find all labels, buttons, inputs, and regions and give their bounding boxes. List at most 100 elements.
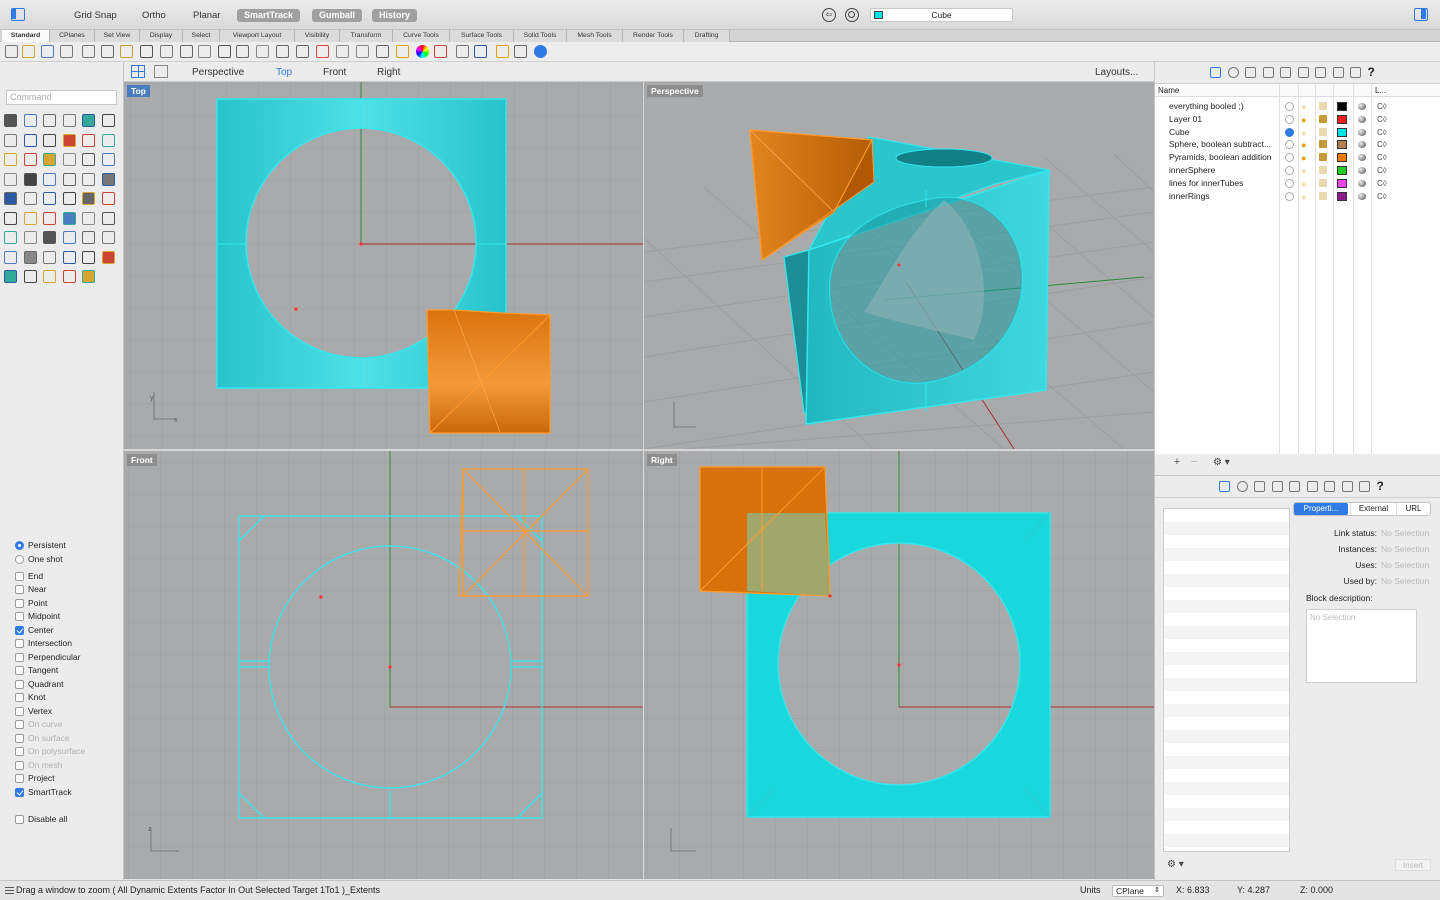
checkbox[interactable] bbox=[15, 639, 24, 648]
paste-icon[interactable] bbox=[140, 45, 153, 58]
history-toggle[interactable]: History bbox=[372, 9, 418, 22]
print-color-icon[interactable]: C◊ bbox=[1377, 164, 1387, 177]
polyline-icon[interactable] bbox=[43, 114, 56, 127]
checkbox[interactable] bbox=[15, 707, 24, 716]
print-icon[interactable] bbox=[60, 45, 73, 58]
render-icon[interactable] bbox=[434, 45, 447, 58]
set-camera-icon[interactable] bbox=[316, 45, 329, 58]
lightbulb-icon[interactable]: ● bbox=[1301, 114, 1310, 125]
help-icon[interactable] bbox=[534, 45, 547, 58]
layer-name[interactable]: Sphere, boolean subtract... bbox=[1169, 138, 1281, 151]
print-color-icon[interactable]: C◊ bbox=[1377, 126, 1387, 139]
layer-name[interactable]: lines for innerTubes bbox=[1169, 177, 1281, 190]
radio-button[interactable] bbox=[15, 555, 24, 564]
document-icon[interactable] bbox=[1289, 481, 1300, 492]
lightbulb-icon[interactable]: ● bbox=[1301, 191, 1310, 202]
checkbox[interactable] bbox=[15, 774, 24, 783]
tab-cplanes[interactable]: CPlanes bbox=[50, 30, 95, 42]
block-icon[interactable] bbox=[1341, 481, 1353, 492]
display-mode-icon[interactable] bbox=[62, 250, 76, 264]
layouts-button[interactable]: Layouts... bbox=[1095, 67, 1138, 78]
material-sphere-icon[interactable] bbox=[1358, 154, 1366, 162]
current-layer-radio[interactable] bbox=[1285, 102, 1294, 111]
viewport-right[interactable]: Right bbox=[644, 451, 1154, 879]
cut-icon[interactable] bbox=[101, 45, 114, 58]
join-icon[interactable] bbox=[23, 172, 37, 186]
new-file-icon[interactable] bbox=[5, 45, 18, 58]
document-icon[interactable] bbox=[1315, 67, 1326, 78]
array-icon[interactable] bbox=[23, 192, 37, 205]
checkbox[interactable] bbox=[15, 693, 24, 702]
lightbulb-icon[interactable]: ● bbox=[1301, 127, 1310, 138]
viewport-title-top[interactable]: Top bbox=[127, 85, 150, 97]
display-icon[interactable] bbox=[1350, 67, 1361, 78]
current-layer-radio[interactable] bbox=[1285, 114, 1294, 124]
undo-icon[interactable] bbox=[160, 45, 173, 58]
layer-color-swatch[interactable] bbox=[1337, 191, 1347, 201]
pen-icon[interactable] bbox=[4, 270, 17, 283]
insert-button[interactable]: Insert bbox=[1395, 859, 1431, 871]
checkbox[interactable] bbox=[15, 572, 24, 581]
print-color-icon[interactable]: C◊ bbox=[1377, 190, 1387, 203]
grid-icon[interactable] bbox=[514, 45, 527, 58]
layer-name[interactable]: Layer 01 bbox=[1169, 113, 1281, 126]
material-circle-icon[interactable] bbox=[1236, 481, 1248, 492]
block-description-input[interactable]: No Selection bbox=[1306, 609, 1417, 683]
tab-visibility[interactable]: Visibility bbox=[295, 30, 340, 42]
gumball-toggle[interactable]: Gumball bbox=[312, 9, 363, 22]
block-icon[interactable] bbox=[1332, 67, 1344, 78]
lock-icon[interactable] bbox=[1319, 153, 1327, 162]
viewport-title-right[interactable]: Right bbox=[647, 454, 677, 466]
checkbox[interactable] bbox=[15, 585, 24, 594]
help-icon[interactable]: ? bbox=[1377, 480, 1388, 492]
current-layer-radio[interactable] bbox=[1285, 191, 1294, 201]
dimension-icon[interactable] bbox=[62, 192, 76, 205]
point-icon[interactable] bbox=[23, 114, 37, 127]
text-icon[interactable] bbox=[82, 192, 95, 205]
align-icon[interactable] bbox=[43, 192, 56, 205]
material-sphere-icon[interactable] bbox=[1358, 192, 1366, 200]
object-cube-icon[interactable] bbox=[1271, 481, 1283, 492]
group-icon[interactable] bbox=[4, 211, 17, 225]
layer-color-swatch[interactable] bbox=[1337, 166, 1347, 175]
explode-icon[interactable] bbox=[43, 172, 56, 186]
rotate-view-icon[interactable] bbox=[218, 45, 231, 58]
box-icon[interactable] bbox=[101, 133, 115, 147]
tab-curve-tools[interactable]: Curve Tools bbox=[393, 30, 450, 42]
vtab-right[interactable]: Right bbox=[377, 67, 400, 78]
tab-viewport-layout[interactable]: Viewport Layout bbox=[220, 30, 295, 42]
smarttrack-toggle[interactable]: SmartTrack bbox=[237, 9, 301, 22]
document-properties-icon[interactable] bbox=[82, 45, 95, 58]
fillet-icon[interactable] bbox=[43, 133, 56, 147]
render-settings-icon[interactable] bbox=[1324, 481, 1335, 492]
block-options-gear-icon[interactable]: ⚙ ▾ bbox=[1167, 859, 1191, 871]
car-icon[interactable] bbox=[336, 45, 349, 58]
layer-icon[interactable] bbox=[23, 211, 37, 225]
layer-color-swatch[interactable] bbox=[1337, 102, 1347, 111]
viewport-front[interactable]: z Front bbox=[124, 451, 643, 879]
viewport-top[interactable]: y x Top bbox=[124, 82, 643, 449]
curve-icon[interactable] bbox=[4, 133, 17, 147]
extrude-icon[interactable] bbox=[82, 133, 95, 147]
material-icon[interactable] bbox=[474, 45, 487, 58]
print-color-icon[interactable]: C◊ bbox=[1377, 100, 1387, 113]
render-settings-icon[interactable] bbox=[1297, 67, 1309, 78]
checkbox[interactable] bbox=[15, 788, 24, 797]
remove-layer-button[interactable]: − bbox=[1186, 457, 1202, 469]
layer-name[interactable]: innerSphere bbox=[1169, 164, 1281, 177]
split-icon[interactable] bbox=[4, 172, 17, 186]
grid-layout-icon[interactable] bbox=[131, 65, 145, 78]
layers-icon[interactable] bbox=[1210, 67, 1221, 78]
sphere-icon[interactable] bbox=[4, 153, 17, 166]
tab-mesh-tools[interactable]: Mesh Tools bbox=[567, 30, 623, 42]
viewport-divider-vertical[interactable] bbox=[643, 82, 644, 880]
tab-url[interactable]: URL bbox=[1396, 503, 1430, 515]
layer-color-swatch[interactable] bbox=[1337, 114, 1347, 124]
tab-drafting[interactable]: Drafting bbox=[684, 30, 730, 42]
viewport-perspective[interactable]: Perspective bbox=[644, 82, 1154, 449]
redo-icon[interactable] bbox=[180, 45, 193, 58]
single-layout-icon[interactable] bbox=[154, 65, 168, 78]
lightbulb-icon[interactable]: ● bbox=[1301, 165, 1310, 176]
print-color-icon[interactable]: C◊ bbox=[1377, 151, 1387, 164]
save-icon[interactable] bbox=[41, 45, 54, 58]
